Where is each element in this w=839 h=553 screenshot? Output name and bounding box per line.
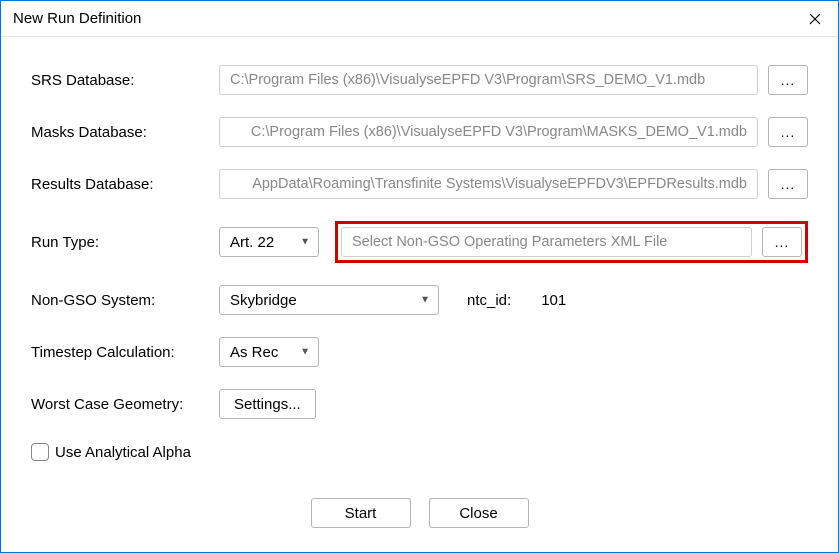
runtype-label: Run Type: — [31, 234, 219, 251]
xml-file-input[interactable]: Select Non-GSO Operating Parameters XML … — [341, 227, 752, 257]
xml-browse-button[interactable]: ... — [762, 227, 802, 257]
dialog-body: SRS Database: C:\Program Files (x86)\Vis… — [1, 37, 838, 552]
wcg-label: Worst Case Geometry: — [31, 396, 219, 413]
timestep-select[interactable]: As Rec ▼ — [219, 337, 319, 367]
xml-highlight-group: Select Non-GSO Operating Parameters XML … — [335, 221, 808, 263]
ngso-value: Skybridge — [230, 292, 297, 309]
results-database-input[interactable]: AppData\Roaming\Transfinite Systems\Visu… — [219, 169, 758, 199]
srs-browse-button[interactable]: ... — [768, 65, 808, 95]
window-title: New Run Definition — [13, 10, 792, 27]
masks-database-input[interactable]: C:\Program Files (x86)\VisualyseEPFD V3\… — [219, 117, 758, 147]
srs-label: SRS Database: — [31, 72, 219, 89]
srs-database-input[interactable]: C:\Program Files (x86)\VisualyseEPFD V3\… — [219, 65, 758, 95]
start-button[interactable]: Start — [311, 498, 411, 528]
analytical-alpha-checkbox[interactable] — [31, 443, 49, 461]
results-label: Results Database: — [31, 176, 219, 193]
titlebar: New Run Definition — [1, 1, 838, 37]
runtype-select[interactable]: Art. 22 ▼ — [219, 227, 319, 257]
masks-label: Masks Database: — [31, 124, 219, 141]
timestep-value: As Rec — [230, 344, 278, 361]
close-button[interactable]: Close — [429, 498, 529, 528]
dialog-window: New Run Definition SRS Database: C:\Prog… — [0, 0, 839, 553]
chevron-down-icon: ▼ — [300, 237, 310, 248]
footer: Start Close — [31, 498, 808, 534]
wcg-settings-button[interactable]: Settings... — [219, 389, 316, 419]
ngso-label: Non-GSO System: — [31, 292, 219, 309]
results-browse-button[interactable]: ... — [768, 169, 808, 199]
masks-browse-button[interactable]: ... — [768, 117, 808, 147]
ngso-select[interactable]: Skybridge ▼ — [219, 285, 439, 315]
timestep-label: Timestep Calculation: — [31, 344, 219, 361]
ntc-id-value: 101 — [541, 292, 566, 309]
chevron-down-icon: ▼ — [420, 295, 430, 306]
close-icon[interactable] — [792, 1, 838, 37]
ntc-id-label: ntc_id: — [467, 292, 511, 309]
analytical-alpha-label: Use Analytical Alpha — [55, 444, 191, 461]
runtype-value: Art. 22 — [230, 234, 274, 251]
chevron-down-icon: ▼ — [300, 347, 310, 358]
